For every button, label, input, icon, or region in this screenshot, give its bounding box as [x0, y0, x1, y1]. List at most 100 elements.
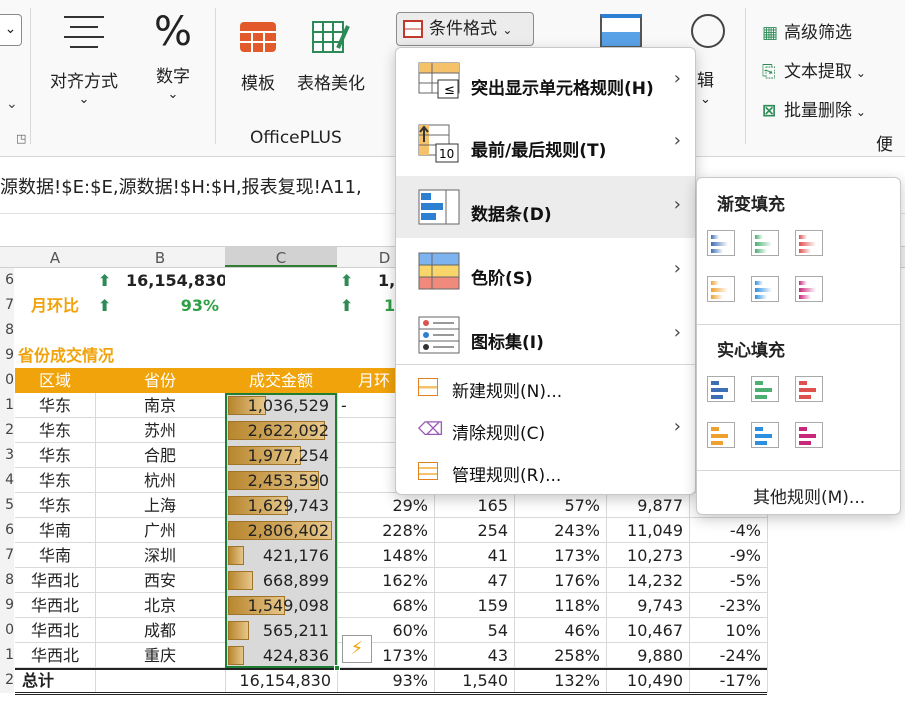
col-header-a[interactable]: A: [15, 249, 95, 267]
cell-province[interactable]: 西安: [95, 568, 225, 593]
quick-analysis-button[interactable]: ⚡: [342, 635, 372, 663]
cell-f[interactable]: 165: [434, 493, 514, 518]
cell-province[interactable]: 合肥: [95, 443, 225, 468]
solid-swatch[interactable]: [707, 422, 735, 448]
total-e[interactable]: 93%: [337, 668, 434, 693]
cell-g[interactable]: 243%: [514, 518, 606, 543]
fill-handle[interactable]: [334, 665, 340, 671]
cell-province[interactable]: 重庆: [95, 643, 225, 668]
cell-f[interactable]: 254: [434, 518, 514, 543]
gradient-swatch[interactable]: [795, 230, 823, 256]
cell-h[interactable]: 9,877: [606, 493, 689, 518]
cell-g[interactable]: 176%: [514, 568, 606, 593]
header-region[interactable]: 区域: [15, 368, 95, 393]
beautify-button[interactable]: 表格美化: [294, 18, 368, 94]
gradient-swatch[interactable]: [707, 230, 735, 256]
align-button[interactable]: 对齐方式 ⌄: [42, 12, 126, 107]
cell-h[interactable]: 10,273: [606, 543, 689, 568]
insert-table-icon[interactable]: [600, 14, 642, 48]
cell-h[interactable]: 14,232: [606, 568, 689, 593]
row-number[interactable]: 6: [0, 518, 14, 543]
cell-f[interactable]: 47: [434, 568, 514, 593]
cell-province[interactable]: 北京: [95, 593, 225, 618]
menu-item-iconset[interactable]: 图标集(I) ›: [396, 304, 695, 366]
cell-i[interactable]: -5%: [689, 568, 767, 593]
row-number[interactable]: 2: [0, 418, 14, 443]
cell-i[interactable]: 10%: [689, 618, 767, 643]
cell-region[interactable]: 华东: [15, 443, 95, 468]
cell-f[interactable]: 43: [434, 643, 514, 668]
menu-item-colorscale[interactable]: 色阶(S) ›: [396, 240, 695, 302]
total-i[interactable]: -17%: [689, 668, 767, 693]
cell-i[interactable]: -9%: [689, 543, 767, 568]
row-number[interactable]: 9: [0, 343, 14, 368]
col-header-b[interactable]: B: [95, 249, 225, 267]
menu-item-clear-rule[interactable]: ⌫ 清除规则(C) ›: [396, 410, 695, 450]
total-h[interactable]: 10,490: [606, 668, 689, 693]
cell-region[interactable]: 华西北: [15, 643, 95, 668]
solid-swatch[interactable]: [751, 422, 779, 448]
row-number[interactable]: 2: [0, 668, 14, 693]
row-number[interactable]: 1: [0, 393, 14, 418]
cell-region[interactable]: 华东: [15, 468, 95, 493]
cell-region[interactable]: 华西北: [15, 568, 95, 593]
cell-g[interactable]: 258%: [514, 643, 606, 668]
template-button[interactable]: 模板: [230, 18, 286, 94]
cell-province[interactable]: 上海: [95, 493, 225, 518]
solid-swatch[interactable]: [795, 422, 823, 448]
solid-swatch[interactable]: [795, 376, 823, 402]
row-number[interactable]: 3: [0, 443, 14, 468]
more-rules-link[interactable]: 其他规则(M)...: [753, 483, 865, 508]
cell-h[interactable]: 9,743: [606, 593, 689, 618]
cell-province[interactable]: 杭州: [95, 468, 225, 493]
menu-item-highlight[interactable]: ≤ 突出显示单元格规则(H) ›: [396, 50, 695, 112]
total-label[interactable]: 总计: [22, 668, 92, 693]
cell-region[interactable]: 华南: [15, 518, 95, 543]
shape-circle-icon[interactable]: [691, 14, 725, 48]
cell-e[interactable]: 68%: [337, 593, 434, 618]
cell-f[interactable]: 159: [434, 593, 514, 618]
number-button[interactable]: % 数字 ⌄: [145, 10, 201, 102]
row-number[interactable]: 4: [0, 468, 14, 493]
cell-e[interactable]: 29%: [337, 493, 434, 518]
row-number[interactable]: 5: [0, 493, 14, 518]
col-header-c[interactable]: C: [225, 247, 337, 267]
cell-region[interactable]: 华南: [15, 543, 95, 568]
gradient-swatch[interactable]: [795, 276, 823, 302]
header-amount[interactable]: 成交金额: [225, 368, 337, 393]
row-number[interactable]: 1: [0, 643, 14, 668]
row-number[interactable]: 9: [0, 593, 14, 618]
row-number[interactable]: 0: [0, 368, 14, 393]
mom-value[interactable]: 93%: [118, 293, 225, 318]
solid-swatch[interactable]: [751, 376, 779, 402]
header-mom[interactable]: 月环: [358, 368, 396, 393]
cell-h[interactable]: 11,049: [606, 518, 689, 543]
mom-label[interactable]: 月环比: [15, 293, 95, 318]
menu-item-manage-rule[interactable]: 管理规则(R)...: [396, 452, 695, 492]
text-extract-button[interactable]: ⎘ 文本提取 ⌄: [762, 57, 866, 82]
cell-region[interactable]: 华东: [15, 418, 95, 443]
advanced-filter-button[interactable]: ▦ 高级筛选: [762, 18, 852, 43]
total-g[interactable]: 132%: [514, 668, 606, 693]
summary-d6[interactable]: 1,: [378, 268, 396, 293]
cell-i[interactable]: -24%: [689, 643, 767, 668]
cell-province[interactable]: 深圳: [95, 543, 225, 568]
cell-g[interactable]: 173%: [514, 543, 606, 568]
menu-item-databar[interactable]: 数据条(D) ›: [396, 176, 695, 238]
cell-i[interactable]: -4%: [689, 518, 767, 543]
cell-e[interactable]: 148%: [337, 543, 434, 568]
cell-g[interactable]: 118%: [514, 593, 606, 618]
section-title[interactable]: 省份成交情况: [18, 343, 218, 368]
cell-g[interactable]: 57%: [514, 493, 606, 518]
header-province[interactable]: 省份: [95, 368, 225, 393]
cell-e[interactable]: 228%: [337, 518, 434, 543]
cell-province[interactable]: 苏州: [95, 418, 225, 443]
cell-i[interactable]: -23%: [689, 593, 767, 618]
batch-delete-button[interactable]: ⊠ 批量删除 ⌄: [762, 96, 866, 121]
row-number[interactable]: 8: [0, 318, 14, 343]
row-number[interactable]: 6: [0, 268, 14, 293]
total-amount[interactable]: 16,154,830: [225, 668, 337, 693]
dropdown-box[interactable]: ⌄: [0, 14, 22, 46]
gradient-swatch[interactable]: [707, 276, 735, 302]
chevron-down-icon[interactable]: ⌄: [6, 96, 18, 112]
